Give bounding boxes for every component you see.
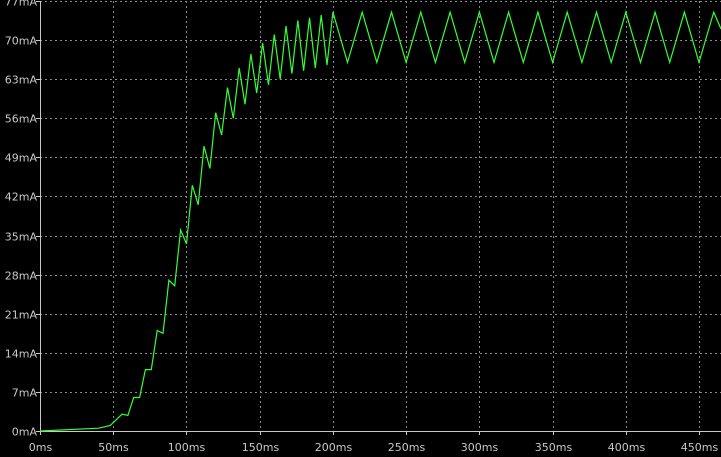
x-tick-label: 200ms <box>315 441 353 454</box>
x-tick-label: 0ms <box>29 441 53 454</box>
y-tick-label: 14mA <box>5 348 38 361</box>
y-tick-label: 28mA <box>5 270 38 283</box>
y-tick-label: 21mA <box>5 309 38 322</box>
x-tick-label: 400ms <box>608 441 646 454</box>
y-tick-label: 35mA <box>5 231 38 244</box>
y-tick-label: 0mA <box>12 426 38 439</box>
x-tick-label: 250ms <box>388 441 426 454</box>
y-tick-label: 49mA <box>5 152 38 165</box>
y-tick-label: 7mA <box>12 387 38 400</box>
y-tick-label: 70mA <box>5 35 38 48</box>
x-tick-label: 350ms <box>535 441 573 454</box>
y-tick-label: 77mA <box>5 0 38 9</box>
x-tick-label: 50ms <box>98 441 129 454</box>
x-tick-label: 150ms <box>242 441 280 454</box>
y-tick-label: 42mA <box>5 191 38 204</box>
y-tick-label: 63mA <box>5 74 38 87</box>
x-tick-label: 300ms <box>461 441 499 454</box>
series-line <box>39 10 721 432</box>
y-tick-label: 56mA <box>5 113 38 126</box>
x-tick-label: 100ms <box>168 441 206 454</box>
plot-area: 0mA 7mA 14mA 21mA 28mA 35mA 42mA 49mA 56mA 63mA 70… <box>5 0 721 454</box>
x-tick-label: 450ms <box>681 441 719 454</box>
